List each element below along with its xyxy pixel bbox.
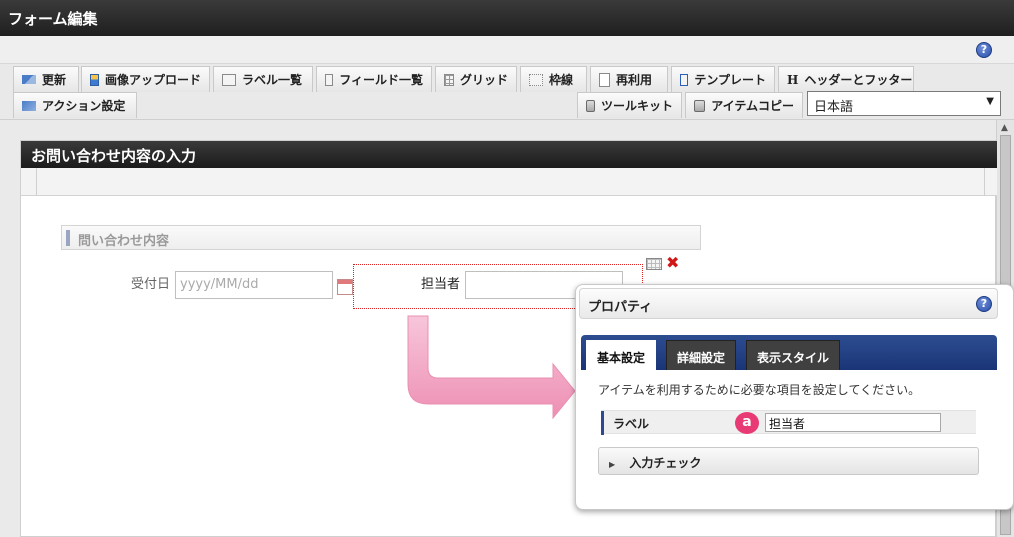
label-property-name: ラベル bbox=[613, 417, 650, 431]
tab-display-style[interactable]: 表示スタイル bbox=[746, 340, 841, 370]
caret-right-icon: ▶ bbox=[609, 460, 616, 469]
callout-badge: a bbox=[735, 412, 759, 434]
tab-basic-settings[interactable]: 基本設定 bbox=[586, 340, 657, 370]
properties-dialog: プロパティ ? 基本設定 詳細設定 表示スタイル アイテムを利用するために必要な… bbox=[575, 284, 1014, 510]
input-check-label: 入力チェック bbox=[629, 456, 702, 470]
properties-description: アイテムを利用するために必要な項目を設定してください。 bbox=[598, 383, 921, 397]
help-icon[interactable]: ? bbox=[976, 296, 992, 312]
properties-header: プロパティ ? bbox=[579, 288, 998, 319]
input-check-section[interactable]: ▶ 入力チェック bbox=[598, 447, 979, 475]
properties-title: プロパティ bbox=[588, 300, 653, 315]
arrow-shape bbox=[407, 315, 576, 420]
properties-tabs: 基本設定 詳細設定 表示スタイル bbox=[581, 335, 997, 370]
label-property-input[interactable]: 担当者 bbox=[765, 413, 941, 432]
tab-detail-settings[interactable]: 詳細設定 bbox=[666, 340, 737, 370]
